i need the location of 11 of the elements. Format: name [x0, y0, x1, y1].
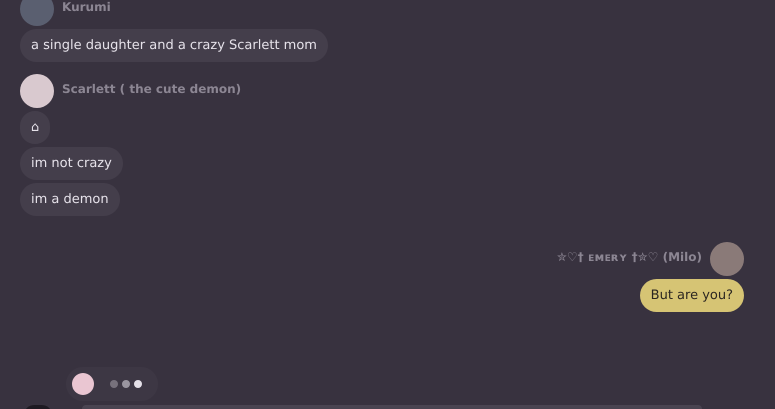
message-bubble: im a demon — [20, 183, 120, 216]
author-name[interactable]: ✮♡† ᴇᴍᴇʀʏ †✮♡ (Milo) — [556, 250, 702, 264]
author-name[interactable]: Kurumi — [62, 0, 111, 14]
typing-dot — [110, 380, 118, 388]
typing-dot — [134, 380, 142, 388]
message-bubble: ⌂ — [20, 111, 50, 144]
typing-dot — [122, 380, 130, 388]
author-name[interactable]: Scarlett ( the cute demon) — [62, 82, 242, 96]
message-bubble: im not crazy — [20, 147, 123, 180]
message-bubble: But are you? — [640, 279, 744, 312]
message-bubble: a single daughter and a crazy Scarlett mom — [20, 29, 328, 62]
